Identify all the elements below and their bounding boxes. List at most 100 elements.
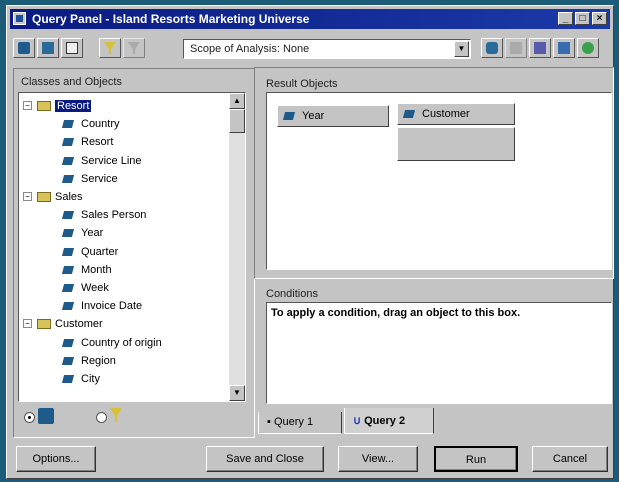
result-objects-label: Result Objects <box>266 78 338 90</box>
tree-object-label: Quarter <box>81 245 119 258</box>
cube-icon <box>558 42 570 54</box>
filter-tool[interactable] <box>99 38 121 58</box>
undo-tool[interactable] <box>505 38 527 58</box>
classes-objects-tree[interactable]: − Resort Country Resort Service Line Service −… <box>18 92 246 402</box>
tree-object-row[interactable]: Region <box>61 352 116 370</box>
object-icon <box>61 302 75 311</box>
filter-disabled-tool[interactable] <box>123 38 145 58</box>
collapse-icon[interactable]: − <box>23 192 32 201</box>
tree-object-row[interactable]: Invoice Date <box>61 297 143 315</box>
object-icon <box>61 174 75 183</box>
object-icon <box>402 110 416 119</box>
classes-objects-tool[interactable] <box>13 38 35 58</box>
tree-object-label: Service <box>81 172 118 185</box>
bullet-icon: ▪ <box>267 416 274 428</box>
tree-object-row[interactable]: Service <box>61 170 118 188</box>
tree-object-row[interactable]: Country <box>61 115 120 133</box>
cancel-button[interactable]: Cancel <box>532 446 608 472</box>
undo-icon <box>510 42 522 54</box>
scroll-up-icon[interactable]: ▲ <box>229 93 245 109</box>
object-icon <box>282 112 296 121</box>
collapse-icon[interactable]: − <box>23 319 32 329</box>
options-tool[interactable] <box>529 38 551 58</box>
save-and-close-button[interactable]: Save and Close <box>206 446 324 472</box>
classes-objects-label: Classes and Objects <box>21 76 122 88</box>
object-icon <box>61 356 75 365</box>
filter-objects-icon <box>42 42 54 54</box>
tree-object-label: Resort <box>81 136 114 149</box>
conditions-box[interactable]: To apply a condition, drag an object to … <box>266 302 612 404</box>
tree-class-row[interactable]: − Resort <box>23 97 92 115</box>
view-classes-radio[interactable] <box>24 412 35 423</box>
toolbar: Scope of Analysis: None ▼ <box>13 36 607 62</box>
tree-object-label: Sales Person <box>81 209 147 222</box>
window-title: Query Panel - Island Resorts Marketing U… <box>32 12 310 26</box>
minimize-button[interactable]: _ <box>558 12 573 25</box>
run-button[interactable]: Run <box>434 446 518 472</box>
tree-object-label: Service Line <box>81 154 142 167</box>
object-icon <box>61 138 75 147</box>
result-object-label: Year <box>302 110 325 122</box>
result-object-customer[interactable]: Customer <box>397 103 515 125</box>
tree-object-row[interactable]: Week <box>61 279 109 297</box>
tree-object-row[interactable]: City <box>61 370 100 388</box>
collapse-icon[interactable]: − <box>23 101 32 110</box>
tree-object-row[interactable]: Resort <box>61 133 114 151</box>
tab-label: Query 2 <box>364 415 406 427</box>
stop-tool[interactable] <box>577 38 599 58</box>
tree-class-label: Resort <box>55 100 92 112</box>
tree-class-label: Customer <box>55 318 103 331</box>
scope-of-analysis-select[interactable]: Scope of Analysis: None ▼ <box>183 39 471 59</box>
tree-object-row[interactable]: Service Line <box>61 152 142 170</box>
result-drop-slot[interactable] <box>397 127 515 161</box>
funnel-icon <box>104 42 116 54</box>
object-icon <box>61 247 75 256</box>
title-bar: Query Panel - Island Resorts Marketing U… <box>10 9 610 29</box>
tree-scrollbar[interactable]: ▲ ▼ <box>229 93 245 401</box>
object-icon <box>61 229 75 238</box>
tree-object-label: City <box>81 373 100 385</box>
tree-object-row[interactable]: Month <box>61 261 112 279</box>
funnel-grey-icon <box>128 42 140 54</box>
sql-tool[interactable] <box>481 38 503 58</box>
app-icon <box>13 12 26 25</box>
maximize-button[interactable]: □ <box>575 12 590 25</box>
object-icon <box>61 120 75 129</box>
tab-label: Query 1 <box>273 416 314 428</box>
purge-tool[interactable] <box>553 38 575 58</box>
tree-class-label: Sales <box>55 191 83 203</box>
database-icon <box>486 42 498 54</box>
tree-object-row[interactable]: Quarter <box>61 243 119 261</box>
tree-object-row[interactable]: Country of origin <box>61 334 162 352</box>
result-object-year[interactable]: Year <box>277 105 389 127</box>
list-icon <box>66 42 78 54</box>
tree-class-row[interactable]: − Sales <box>23 188 83 206</box>
view-button[interactable]: View... <box>338 446 418 472</box>
scope-value: Scope of Analysis: None <box>190 43 310 55</box>
conditions-hint: To apply a condition, drag an object to … <box>271 307 521 319</box>
tab-query-1[interactable]: ▪ Query 1 <box>258 412 342 434</box>
refresh-icon <box>582 42 594 54</box>
folder-icon <box>37 101 51 112</box>
tree-object-label: Year <box>81 227 104 240</box>
tab-query-2[interactable]: ∪ Query 2 <box>344 408 434 434</box>
object-icon <box>61 265 75 274</box>
chart-icon <box>534 42 546 54</box>
universe-icon: ∪ <box>353 415 365 427</box>
tree-class-row[interactable]: − Customer <box>23 315 103 333</box>
sort-tool[interactable] <box>61 38 83 58</box>
scroll-thumb[interactable] <box>229 109 245 133</box>
predefined-conditions-tool[interactable] <box>37 38 59 58</box>
tree-object-row[interactable]: Sales Person <box>61 206 147 224</box>
tree-object-row[interactable]: Year <box>61 224 104 242</box>
classes-view-icon <box>38 408 54 424</box>
options-button[interactable]: Options... <box>16 446 96 472</box>
chevron-down-icon[interactable]: ▼ <box>454 41 469 57</box>
classes-icon <box>18 42 30 54</box>
tree-object-label: Region <box>81 354 116 367</box>
result-objects-box[interactable]: Year Customer <box>266 92 612 270</box>
tree-object-label: Invoice Date <box>81 300 143 313</box>
scroll-down-icon[interactable]: ▼ <box>229 385 245 401</box>
view-conditions-radio[interactable] <box>96 412 107 423</box>
close-button[interactable]: × <box>592 12 607 25</box>
